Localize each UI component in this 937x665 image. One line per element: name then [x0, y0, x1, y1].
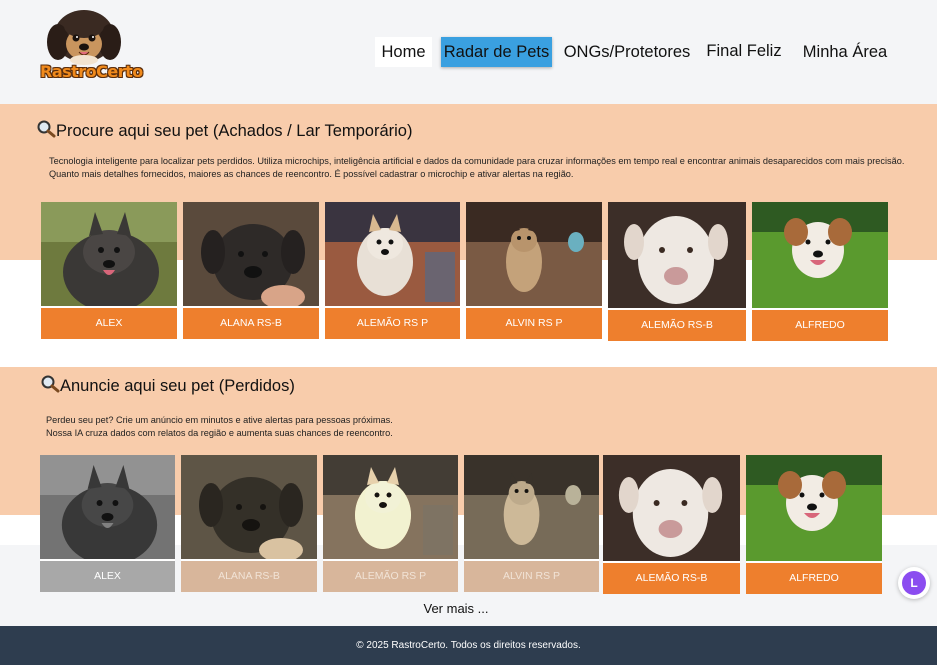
pet-name-label: ALEX	[41, 308, 177, 339]
pet-name-label: ALEMÃO RS-B	[603, 563, 740, 594]
pet-photo	[466, 202, 602, 306]
pet-name-label: ALVIN RS P	[464, 561, 599, 592]
lost-desc-line-2: Nossa IA cruza dados com relatos da regi…	[46, 428, 393, 438]
footer: © 2025 RastroCerto. Todos os direitos re…	[0, 626, 937, 665]
pet-photo	[608, 202, 746, 308]
nav-ongs-protetores[interactable]: ONGs/Protetores	[561, 37, 693, 67]
pet-photo	[181, 455, 317, 559]
pet-photo	[752, 202, 888, 308]
found-pet-card-alemao-b[interactable]: ALEMÃO RS-B	[608, 202, 746, 341]
lost-pet-card-alfredo[interactable]: ALFREDO	[746, 455, 882, 594]
found-pet-card-alex[interactable]: ALEX	[41, 202, 177, 339]
found-pet-card-alvin[interactable]: ALVIN RS P	[466, 202, 602, 339]
pet-photo	[746, 455, 882, 561]
pet-name-label: ALEX	[40, 561, 175, 592]
pet-name-label: ALFREDO	[752, 310, 888, 341]
lost-pet-card-alvin[interactable]: ALVIN RS P	[464, 455, 599, 592]
pet-name-label: ALANA RS-B	[181, 561, 317, 592]
nav-radar-de-pets[interactable]: Radar de Pets	[441, 37, 552, 67]
pet-name-label: ALEMÃO RS P	[325, 308, 460, 339]
nav-final-feliz[interactable]: Final Feliz	[704, 36, 784, 66]
lost-pet-card-alemao-b[interactable]: ALEMÃO RS-B	[603, 455, 740, 594]
pet-name-label: ALEMÃO RS P	[323, 561, 458, 592]
chat-avatar-icon: L	[902, 571, 926, 595]
lost-section-description: Perdeu seu pet? Crie um anúncio em minut…	[46, 414, 646, 440]
pet-photo	[325, 202, 460, 306]
pet-name-label: ALFREDO	[746, 563, 882, 594]
lost-title-text: Anuncie aqui seu pet (Perdidos)	[60, 377, 295, 395]
lost-desc-line-1: Perdeu seu pet? Crie um anúncio em minut…	[46, 415, 393, 425]
pet-name-label: ALANA RS-B	[183, 308, 319, 339]
pet-photo	[603, 455, 740, 561]
lost-pet-card-alemao-p[interactable]: ALEMÃO RS P	[323, 455, 458, 592]
found-pet-card-alemao-p[interactable]: ALEMÃO RS P	[325, 202, 460, 339]
ver-mais-link[interactable]: Ver mais ...	[0, 601, 912, 616]
pet-name-label: ALVIN RS P	[466, 308, 602, 339]
pet-photo	[40, 455, 175, 559]
pet-photo	[323, 455, 458, 559]
nav-home[interactable]: Home	[375, 37, 432, 67]
lost-pet-card-alex[interactable]: ALEX	[40, 455, 175, 592]
main-nav: Home Radar de Pets ONGs/Protetores Final…	[0, 37, 937, 67]
pet-photo	[183, 202, 319, 306]
page: RastroCerto Home Radar de Pets ONGs/Prot…	[0, 0, 937, 665]
lost-section-title: Anuncie aqui seu pet (Perdidos)	[40, 375, 295, 398]
lost-pet-card-alana[interactable]: ALANA RS-B	[181, 455, 317, 592]
header: RastroCerto Home Radar de Pets ONGs/Prot…	[0, 0, 937, 104]
found-title-text: Procure aqui seu pet (Achados / Lar Temp…	[56, 122, 413, 140]
magnifier-icon	[36, 120, 56, 143]
pet-photo	[41, 202, 177, 306]
chat-launcher-button[interactable]: L	[898, 567, 930, 599]
pet-photo	[464, 455, 599, 559]
found-pet-card-alfredo[interactable]: ALFREDO	[752, 202, 888, 341]
magnifier-icon	[40, 375, 60, 398]
found-section-title: Procure aqui seu pet (Achados / Lar Temp…	[36, 120, 412, 143]
nav-minha-area[interactable]: Minha Área	[800, 37, 890, 67]
found-pet-card-alana[interactable]: ALANA RS-B	[183, 202, 319, 339]
pet-name-label: ALEMÃO RS-B	[608, 310, 746, 341]
found-section-description: Tecnologia inteligente para localizar pe…	[49, 156, 905, 179]
